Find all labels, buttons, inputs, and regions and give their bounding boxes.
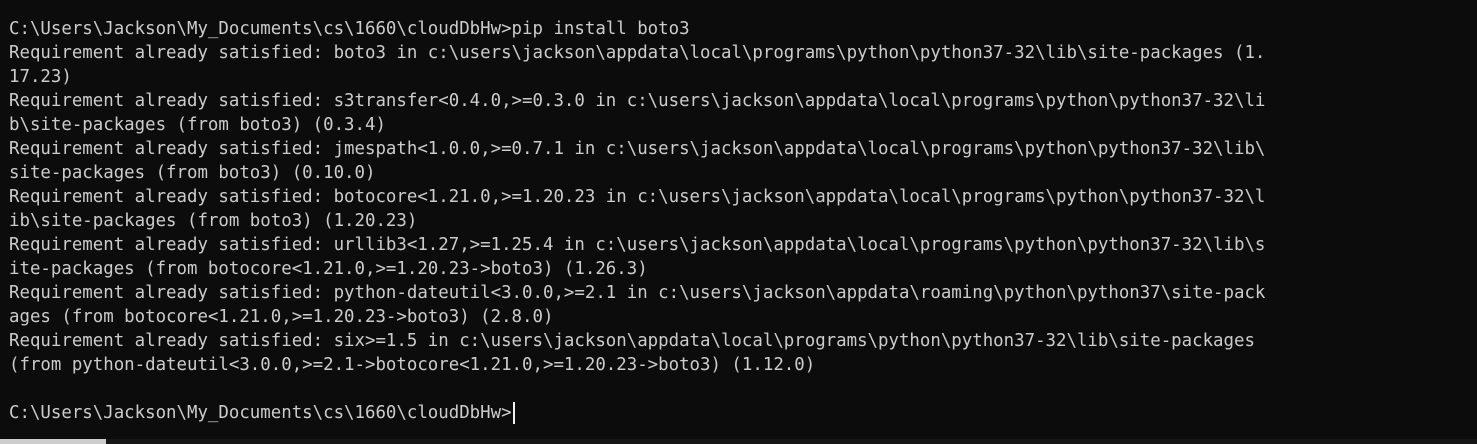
output-line: Requirement already satisfied: jmespath<… bbox=[9, 139, 1266, 159]
output-line: (from python-dateutil<3.0.0,>=2.1->botoc… bbox=[9, 355, 816, 375]
command-line: C:\Users\Jackson\My_Documents\cs\1660\cl… bbox=[9, 19, 690, 39]
terminal-window[interactable]: C:\Users\Jackson\My_Documents\cs\1660\cl… bbox=[0, 0, 1477, 444]
prompt-line[interactable]: C:\Users\Jackson\My_Documents\cs\1660\cl… bbox=[9, 401, 1477, 425]
horizontal-scrollbar[interactable] bbox=[0, 439, 1477, 444]
output-line: Requirement already satisfied: botocore<… bbox=[9, 187, 1266, 207]
scrollbar-thumb[interactable] bbox=[0, 439, 106, 444]
output-line: Requirement already satisfied: six>=1.5 … bbox=[9, 331, 1255, 351]
output-line: site-packages (from boto3) (0.10.0) bbox=[9, 163, 376, 183]
output-line: ite-packages (from botocore<1.21.0,>=1.2… bbox=[9, 259, 648, 279]
output-line: Requirement already satisfied: s3transfe… bbox=[9, 91, 1266, 111]
output-line: ages (from botocore<1.21.0,>=1.20.23->bo… bbox=[9, 307, 554, 327]
output-line: ib\site-packages (from boto3) (1.20.23) bbox=[9, 211, 418, 231]
output-line: 17.23) bbox=[9, 67, 72, 87]
output-line: Requirement already satisfied: boto3 in … bbox=[9, 43, 1266, 63]
text-cursor bbox=[512, 402, 515, 424]
output-line: Requirement already satisfied: urllib3<1… bbox=[9, 235, 1266, 255]
prompt-text: C:\Users\Jackson\My_Documents\cs\1660\cl… bbox=[9, 403, 512, 423]
output-line: b\site-packages (from boto3) (0.3.4) bbox=[9, 115, 386, 135]
output-line: Requirement already satisfied: python-da… bbox=[9, 283, 1266, 303]
